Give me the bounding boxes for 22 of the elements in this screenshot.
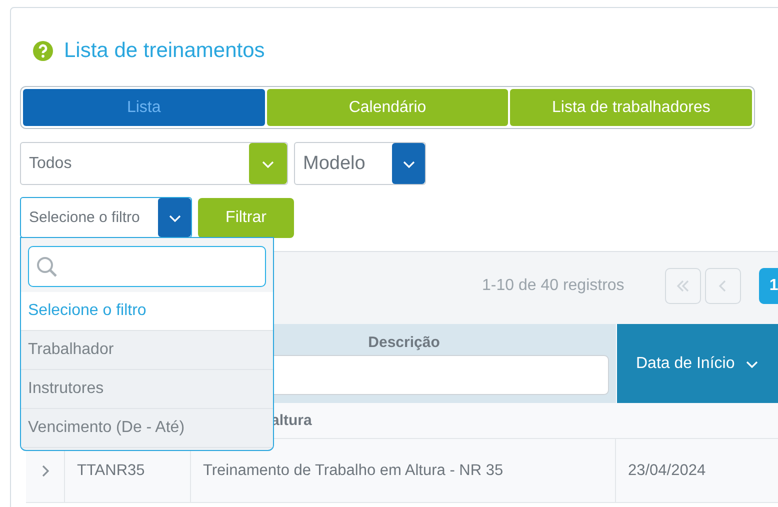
double-chevron-icon (676, 278, 690, 292)
sort-header-button[interactable]: Data de Início (624, 354, 771, 372)
previous-page-button[interactable] (705, 268, 742, 304)
column-title: Descrição (368, 334, 440, 351)
page-title: Lista de treinamentos (64, 39, 265, 63)
help-icon[interactable] (32, 40, 54, 62)
tab[interactable]: Lista de trabalhadores (510, 89, 752, 126)
search-field[interactable] (28, 246, 266, 287)
table-cell: Treinamento de Trabalho em Altura - NR 35 (203, 462, 504, 480)
model-select[interactable]: Modelo (294, 142, 426, 185)
dropdown-option[interactable]: Selecione o filtro (21, 292, 273, 331)
table-cell: TTANR35 (77, 462, 145, 480)
first-page-button[interactable] (665, 268, 702, 304)
status-select[interactable]: Todos (20, 142, 288, 185)
tab[interactable]: Calendário (266, 89, 508, 126)
table-cell: 23/04/2024 (628, 462, 706, 480)
page-button[interactable]: 1 (759, 268, 778, 304)
filter-select[interactable]: Selecione o filtro (20, 197, 192, 238)
search-icon (36, 256, 58, 278)
tab[interactable]: Lista (23, 89, 265, 126)
record-count: 1-10 de 40 registros (482, 276, 624, 294)
filter-button[interactable]: Filtrar (198, 198, 294, 238)
